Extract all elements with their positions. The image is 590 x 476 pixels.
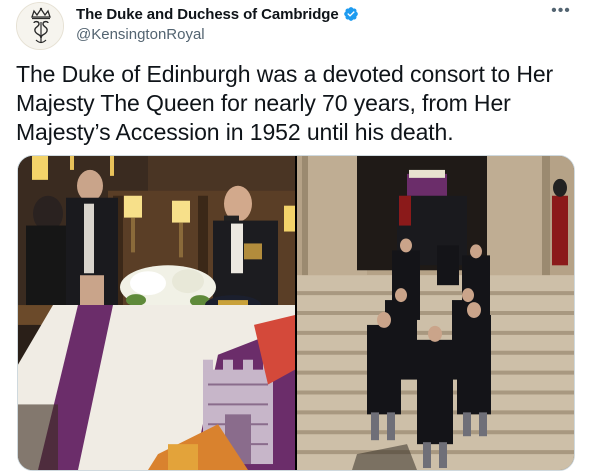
avatar[interactable]: [16, 2, 64, 50]
author-info: The Duke and Duchess of Cambridge @Kensi…: [76, 4, 359, 43]
media-grid: [17, 155, 575, 471]
royal-cypher-icon: [17, 3, 63, 49]
photo-coffin-service[interactable]: [18, 156, 295, 470]
author-handle[interactable]: @KensingtonRoyal: [76, 26, 359, 43]
verified-badge-icon: [343, 7, 358, 21]
more-options-icon[interactable]: •••: [548, 2, 574, 24]
tweet-text: The Duke of Edinburgh was a devoted cons…: [16, 61, 554, 145]
tweet-card[interactable]: The Duke and Duchess of Cambridge @Kensi…: [0, 0, 590, 476]
author-display-name[interactable]: The Duke and Duchess of Cambridge: [76, 6, 339, 23]
photo-procession-steps[interactable]: [297, 156, 574, 470]
tweet-header: The Duke and Duchess of Cambridge @Kensi…: [16, 2, 576, 52]
